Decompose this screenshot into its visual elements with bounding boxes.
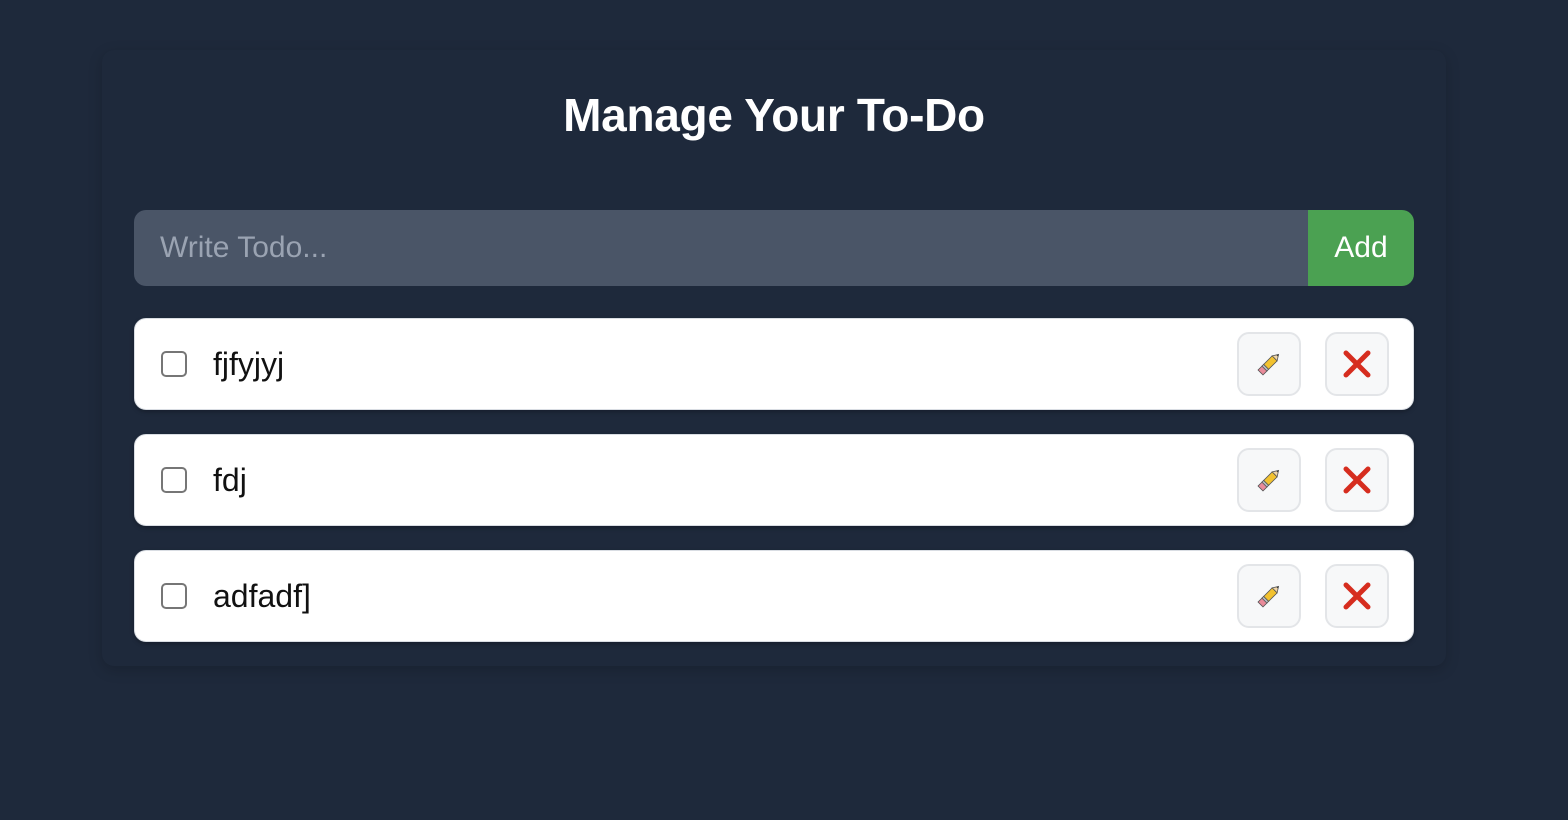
add-todo-form: Add <box>134 210 1414 286</box>
todo-item: fjfyjyj <box>134 318 1414 410</box>
todo-text: fjfyjyj <box>213 346 285 382</box>
todo-checkbox[interactable] <box>161 351 187 377</box>
edit-button[interactable] <box>1237 564 1301 628</box>
delete-button[interactable] <box>1325 448 1389 512</box>
close-icon <box>1342 465 1372 495</box>
todo-text: fdj <box>213 462 247 498</box>
page-title: Manage Your To-Do <box>563 89 985 141</box>
pencil-icon <box>1254 581 1284 611</box>
delete-button[interactable] <box>1325 332 1389 396</box>
todo-text: adfadf] <box>213 578 311 614</box>
edit-button[interactable] <box>1237 448 1301 512</box>
add-button[interactable]: Add <box>1308 210 1414 286</box>
close-icon <box>1342 581 1372 611</box>
todo-list: fjfyjyj fdj adfadf] <box>134 318 1414 666</box>
edit-button[interactable] <box>1237 332 1301 396</box>
todo-item: fdj <box>134 434 1414 526</box>
pencil-icon <box>1254 465 1284 495</box>
todo-checkbox[interactable] <box>161 583 187 609</box>
close-icon <box>1342 349 1372 379</box>
todo-checkbox[interactable] <box>161 467 187 493</box>
todo-card: Manage Your To-Do Add fjfyjyj <box>102 50 1446 666</box>
todo-input[interactable] <box>134 210 1308 286</box>
delete-button[interactable] <box>1325 564 1389 628</box>
todo-item: adfadf] <box>134 550 1414 642</box>
pencil-icon <box>1254 349 1284 379</box>
